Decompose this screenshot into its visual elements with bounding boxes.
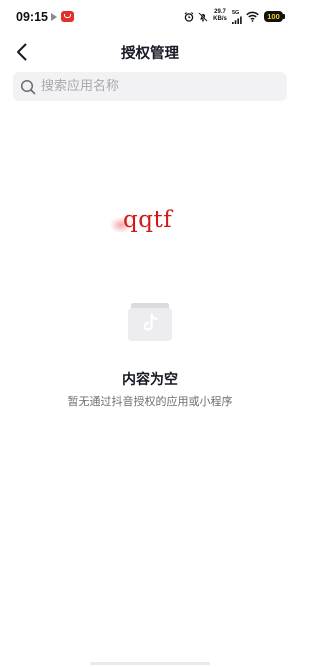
alarm-icon: [184, 12, 194, 22]
page-title: 授权管理: [121, 46, 179, 62]
network-speed-unit: KB/s: [213, 16, 227, 22]
overlay-text: qqtf: [123, 207, 173, 233]
empty-state-description: 暂无通过抖音授权的应用或小程序: [67, 395, 233, 408]
home-indicator[interactable]: [90, 662, 210, 665]
authorization-management-screen: 09:15 29.7 KB/s 5G 100 授权管理 搜索应用名称 qqtf …: [0, 0, 300, 667]
empty-state-title: 内容为空: [122, 372, 178, 388]
status-time: 09:15: [16, 10, 48, 24]
media-playing-icon: [51, 13, 57, 21]
search-bar[interactable]: [13, 72, 287, 101]
mute-bell-icon: [198, 12, 208, 22]
wifi-icon: [246, 11, 259, 22]
network-speed: 29.7 KB/s: [211, 9, 229, 23]
nav-bar: 授权管理: [0, 34, 300, 70]
battery-level: 100: [264, 11, 283, 22]
signal-icon: [232, 16, 242, 24]
notification-app-icon: [61, 11, 74, 22]
battery-tip: [283, 14, 285, 19]
status-indicators: 29.7 KB/s 5G 100: [180, 0, 300, 34]
search-input[interactable]: [41, 72, 281, 101]
status-bar: 09:15 29.7 KB/s 5G 100: [0, 0, 300, 34]
network-speed-value: 29.7: [214, 9, 226, 15]
folder-tiktok-icon: [128, 303, 172, 341]
search-icon: [20, 79, 36, 95]
